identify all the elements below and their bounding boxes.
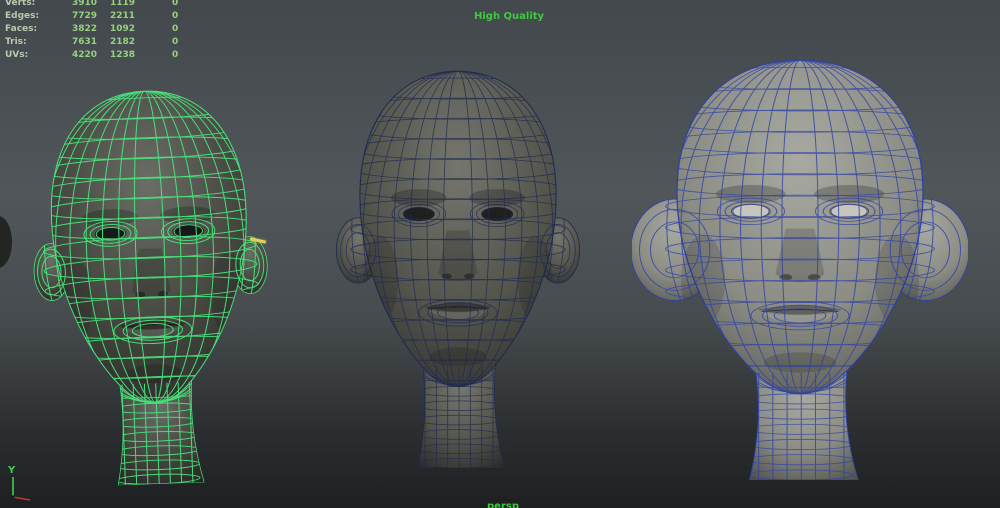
hud-value: 1238 [110, 50, 136, 60]
hud-value: 7631 [72, 37, 98, 47]
maya-perspective-viewport[interactable]: Verts: 3910 1119 0 Edges: 7729 2211 0 Fa… [0, 0, 1000, 508]
poly-count-hud: Verts: 3910 1119 0 Edges: 7729 2211 0 Fa… [5, 0, 196, 62]
hud-value: 0 [172, 50, 179, 60]
offscreen-model-edge[interactable] [0, 216, 12, 268]
hud-label: Edges: [5, 11, 40, 21]
hud-row-faces: Faces: 3822 1092 0 [5, 23, 196, 36]
hud-value: 7729 [72, 11, 98, 21]
view-axis-gizmo: Y [7, 465, 31, 501]
hud-value: 0 [172, 11, 179, 21]
hud-value: 1092 [110, 24, 136, 34]
hud-value: 2182 [110, 37, 136, 47]
camera-name-label: persp [487, 501, 519, 508]
quality-mode-label: High Quality [474, 11, 545, 22]
head-model-right[interactable] [632, 42, 968, 480]
hud-row-edges: Edges: 7729 2211 0 [5, 10, 196, 23]
head-model-left-selected[interactable] [11, 69, 291, 488]
hud-value: 3822 [72, 24, 98, 34]
hud-label: Tris: [5, 37, 27, 47]
y-axis-label: Y [7, 465, 16, 476]
hud-row-verts: Verts: 3910 1119 0 [5, 0, 196, 10]
hud-label: UVs: [5, 50, 29, 60]
hud-value: 2211 [110, 11, 136, 21]
axis-origin-dot [11, 495, 15, 499]
hud-value: 0 [172, 37, 179, 47]
hud-label: Verts: [5, 0, 36, 8]
x-axis-line [12, 496, 31, 501]
hud-value: 0 [172, 0, 179, 8]
hud-row-uvs: UVs: 4220 1238 0 [5, 49, 196, 62]
hud-value: 1119 [110, 0, 136, 8]
hud-value: 3910 [72, 0, 98, 8]
hud-value: 4220 [72, 50, 98, 60]
hud-label: Faces: [5, 24, 38, 34]
hud-row-tris: Tris: 7631 2182 0 [5, 36, 196, 49]
head-model-center[interactable] [324, 54, 592, 468]
hud-value: 0 [172, 24, 179, 34]
